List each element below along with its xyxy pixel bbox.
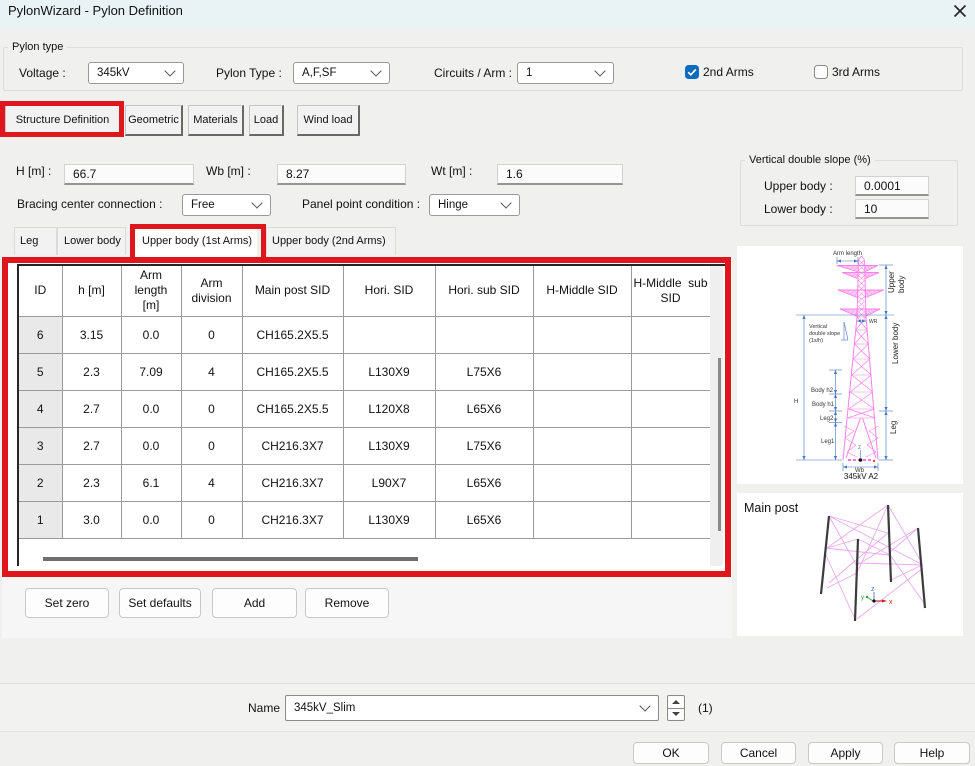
svg-text:z: z <box>871 586 875 593</box>
svg-text:Leg: Leg <box>889 421 898 434</box>
svg-text:WR: WR <box>869 319 878 325</box>
svg-text:H: H <box>794 399 798 405</box>
svg-text:Upper: Upper <box>887 271 896 293</box>
svg-text:Arm length: Arm length <box>833 251 862 257</box>
svg-text:Vertical: Vertical <box>809 324 827 330</box>
svg-text:y: y <box>861 595 864 601</box>
svg-text:x: x <box>889 599 893 606</box>
svg-text:Leg2: Leg2 <box>820 416 834 422</box>
svg-text:Body h1: Body h1 <box>812 402 835 408</box>
svg-text:Leg1: Leg1 <box>821 439 835 445</box>
svg-text:Lower body: Lower body <box>891 323 900 364</box>
svg-text:Body h2: Body h2 <box>811 388 834 394</box>
svg-text:body: body <box>897 276 906 293</box>
svg-text:(1s/h): (1s/h) <box>809 338 823 344</box>
svg-text:345kV A2: 345kV A2 <box>844 472 879 481</box>
svg-text:double slope: double slope <box>809 331 840 337</box>
